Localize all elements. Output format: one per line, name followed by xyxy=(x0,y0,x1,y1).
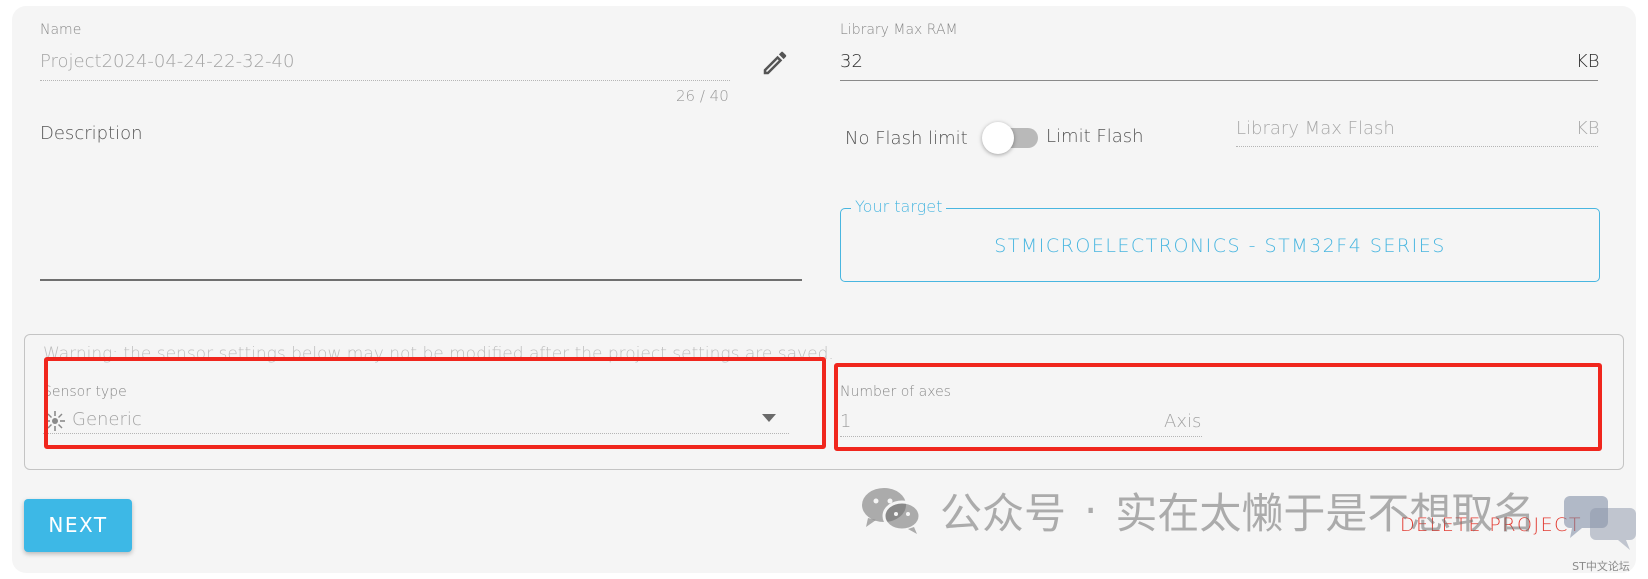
watermark-name: 实在太懒于是不想取名 xyxy=(1115,488,1536,538)
name-char-counter: 26 / 40 xyxy=(676,87,729,105)
limit-flash-label: Limit Flash xyxy=(1046,126,1144,147)
wechat-icon xyxy=(860,485,922,535)
ram-unit: KB xyxy=(1576,51,1600,72)
toggle-knob xyxy=(982,122,1014,154)
flash-limit-toggle[interactable] xyxy=(982,122,1038,154)
watermark: 公众号 · 实在太懒于是不想取名 xyxy=(860,480,1535,540)
description-textarea[interactable] xyxy=(40,150,802,278)
next-button[interactable]: NEXT xyxy=(24,499,132,552)
ram-underline xyxy=(840,80,1598,81)
forum-logo: ST中文论坛 xyxy=(1560,490,1642,576)
max-flash-underline xyxy=(1236,146,1598,147)
watermark-prefix: 公众号 xyxy=(940,488,1067,538)
ram-input[interactable]: 32 xyxy=(840,51,863,72)
watermark-separator: · xyxy=(1084,485,1098,535)
target-field[interactable]: Your target STMICROELECTRONICS - STM32F4… xyxy=(840,197,1600,282)
name-input[interactable]: Project2024-04-24-22-32-40 xyxy=(40,51,294,72)
name-underline xyxy=(40,80,730,81)
target-legend: Your target xyxy=(851,197,947,216)
ram-label: Library Max RAM xyxy=(840,22,958,38)
description-label: Description xyxy=(40,123,143,144)
no-flash-limit-label: No Flash limit xyxy=(845,128,968,149)
description-underline xyxy=(40,279,802,281)
name-label: Name xyxy=(40,22,82,38)
sensor-type-highlight xyxy=(44,357,826,449)
max-flash-input[interactable]: Library Max Flash xyxy=(1236,118,1395,139)
target-value: STMICROELECTRONICS - STM32F4 SERIES xyxy=(994,235,1446,257)
axes-highlight xyxy=(834,363,1602,451)
forum-logo-text: ST中文论坛 xyxy=(1572,560,1630,573)
max-flash-unit: KB xyxy=(1576,118,1600,139)
pencil-icon[interactable] xyxy=(760,48,790,78)
